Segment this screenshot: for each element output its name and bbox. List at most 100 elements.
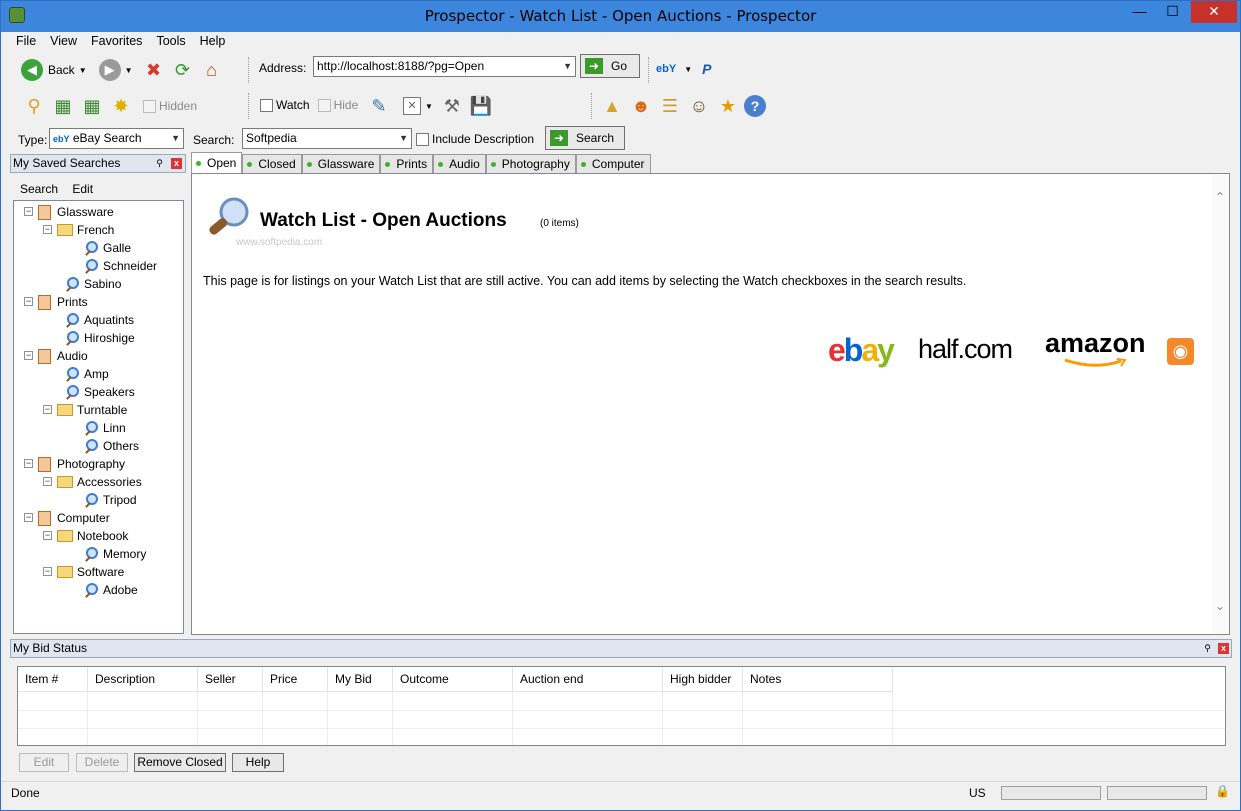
chevron-down-icon[interactable]: ▼ xyxy=(171,129,180,148)
saved-menu-search[interactable]: Search xyxy=(20,182,58,196)
tab-audio[interactable]: Audio xyxy=(433,154,486,173)
forward-button[interactable]: ▶ ▼ xyxy=(98,59,133,81)
table-row[interactable] xyxy=(18,729,1225,747)
menu-view[interactable]: View xyxy=(43,32,84,50)
new-folder-icon[interactable]: ▦ xyxy=(79,93,105,119)
include-description-checkbox[interactable]: Include Description xyxy=(416,132,534,146)
stop-icon[interactable]: ✖ xyxy=(141,57,167,83)
pin-icon[interactable]: ⚲ xyxy=(154,158,165,169)
search-input[interactable]: Softpedia ▼ xyxy=(242,128,412,149)
include-description-box[interactable] xyxy=(416,132,429,146)
ebay-logo[interactable]: ebay xyxy=(828,332,895,369)
highlight-icon[interactable]: ✸ xyxy=(108,93,134,119)
tree-item-glassware[interactable]: Glassware xyxy=(38,203,114,221)
tree-item-linn[interactable]: Linn xyxy=(84,419,126,437)
tree-item-accessories[interactable]: Accessories xyxy=(57,473,142,491)
tree-item-aquatints[interactable]: Aquatints xyxy=(65,311,134,329)
go-button[interactable]: ➜ Go xyxy=(580,54,640,78)
chevron-down-icon[interactable]: ▼ xyxy=(399,129,408,148)
minimize-icon[interactable]: — xyxy=(1123,1,1156,23)
hide-checkbox[interactable]: Hide xyxy=(317,98,358,112)
tree-item-schneider[interactable]: Schneider xyxy=(84,257,157,275)
content-scrollbar[interactable]: ⌃ ⌄ xyxy=(1212,174,1229,634)
tab-prints[interactable]: Prints xyxy=(380,154,434,173)
collapse-toggle-icon[interactable]: − xyxy=(24,459,33,468)
tree-item-speakers[interactable]: Speakers xyxy=(65,383,135,401)
tab-computer[interactable]: Computer xyxy=(575,154,651,173)
collapse-toggle-icon[interactable]: − xyxy=(24,297,33,306)
hide-checkbox-box[interactable] xyxy=(317,98,331,112)
help-icon[interactable]: ? xyxy=(744,95,766,117)
hammer-icon[interactable]: ⚒ xyxy=(439,93,465,119)
column-header[interactable]: Notes xyxy=(743,667,893,692)
menu-favorites[interactable]: Favorites xyxy=(84,32,149,50)
table-row[interactable] xyxy=(18,711,1225,729)
tree-item-audio[interactable]: Audio xyxy=(38,347,88,365)
remove-closed-button[interactable]: Remove Closed xyxy=(134,753,226,772)
tree-item-galle[interactable]: Galle xyxy=(84,239,131,257)
close-pane-icon[interactable]: x xyxy=(171,158,182,169)
column-header[interactable]: Description xyxy=(88,667,198,692)
address-input[interactable]: http://localhost:8188/?pg=Open ▼ xyxy=(313,56,576,77)
tree-item-prints[interactable]: Prints xyxy=(38,293,88,311)
watch-checkbox-box[interactable] xyxy=(260,98,273,112)
tree-item-turntable[interactable]: Turntable xyxy=(57,401,127,419)
help-button[interactable]: Help xyxy=(232,753,284,772)
collapse-toggle-icon[interactable]: − xyxy=(43,405,52,414)
collapse-toggle-icon[interactable]: − xyxy=(43,567,52,576)
menu-file[interactable]: File xyxy=(9,32,43,50)
document-icon[interactable]: ☰ xyxy=(657,93,683,119)
maximize-icon[interactable]: ☐ xyxy=(1156,1,1189,23)
save-icon[interactable]: 💾 xyxy=(468,93,494,119)
watch-checkbox[interactable]: Watch xyxy=(260,98,310,112)
column-header[interactable]: Seller xyxy=(198,667,263,692)
tree-item-tripod[interactable]: Tripod xyxy=(84,491,137,509)
tab-closed[interactable]: Closed xyxy=(242,154,302,173)
hidden-checkbox-box[interactable] xyxy=(143,99,156,113)
saved-menu-edit[interactable]: Edit xyxy=(72,182,93,196)
rss-icon[interactable]: ◉ xyxy=(1167,338,1194,365)
ebay-provider-button[interactable]: ebY xyxy=(656,63,676,75)
close-pane-icon[interactable]: x xyxy=(1218,643,1229,654)
spy-icon[interactable]: ☺ xyxy=(686,93,712,119)
provider-dropdown-icon[interactable]: ▼ xyxy=(684,65,692,74)
column-header[interactable]: Auction end xyxy=(513,667,663,692)
new-search-icon[interactable]: ▦ xyxy=(50,93,76,119)
close-icon[interactable]: ✕ xyxy=(1191,1,1237,23)
paypal-icon[interactable]: P xyxy=(702,61,711,77)
folder-upload-icon[interactable]: ▲ xyxy=(599,93,625,119)
forward-dropdown-icon[interactable]: ▼ xyxy=(125,66,133,75)
collapse-toggle-icon[interactable]: − xyxy=(24,513,33,522)
tree-item-adobe[interactable]: Adobe xyxy=(84,581,138,599)
half-logo[interactable]: half.com xyxy=(918,334,1013,365)
type-select[interactable]: ebY eBay Search ▼ xyxy=(49,128,184,149)
tree-item-memory[interactable]: Memory xyxy=(84,545,146,563)
collapse-toggle-icon[interactable]: − xyxy=(24,351,33,360)
refresh-icon[interactable]: ⟳ xyxy=(170,57,196,83)
column-header[interactable]: Item # xyxy=(18,667,88,692)
collapse-toggle-icon[interactable]: − xyxy=(43,477,52,486)
amazon-logo[interactable]: amazon xyxy=(1045,328,1146,367)
tree-item-software[interactable]: Software xyxy=(57,563,124,581)
clear-dropdown-icon[interactable]: ▼ xyxy=(425,102,433,111)
users-icon[interactable]: ☻ xyxy=(628,93,654,119)
column-header[interactable]: My Bid xyxy=(328,667,393,692)
tree-item-others[interactable]: Others xyxy=(84,437,139,455)
delete-button[interactable]: Delete xyxy=(76,753,128,772)
chevron-down-icon[interactable]: ▼ xyxy=(563,57,572,76)
clear-icon[interactable]: ✕ xyxy=(403,97,421,115)
tree-item-amp[interactable]: Amp xyxy=(65,365,109,383)
column-header[interactable]: Price xyxy=(263,667,328,692)
collapse-toggle-icon[interactable]: − xyxy=(24,207,33,216)
collapse-toggle-icon[interactable]: − xyxy=(43,225,52,234)
back-button[interactable]: ◀ Back ▼ xyxy=(21,59,87,81)
home-icon[interactable]: ⌂ xyxy=(199,57,225,83)
tree-item-computer[interactable]: Computer xyxy=(38,509,110,527)
star-icon[interactable]: ★ xyxy=(715,93,741,119)
scroll-down-icon[interactable]: ⌄ xyxy=(1215,599,1225,613)
menu-tools[interactable]: Tools xyxy=(149,32,192,50)
column-header[interactable]: High bidder xyxy=(663,667,743,692)
tree-item-hiroshige[interactable]: Hiroshige xyxy=(65,329,135,347)
search-button[interactable]: ➜ Search xyxy=(545,126,625,150)
column-header[interactable]: Outcome xyxy=(393,667,513,692)
